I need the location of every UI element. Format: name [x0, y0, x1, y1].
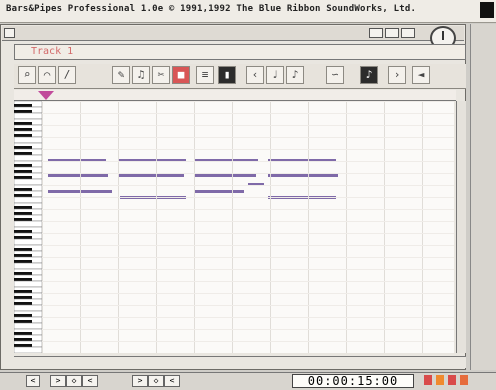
- note-event[interactable]: [268, 174, 338, 177]
- color-swatch-icon[interactable]: ■: [172, 66, 190, 84]
- speaker-icon[interactable]: ◄: [412, 66, 430, 84]
- piano-keys-svg: [14, 101, 42, 353]
- grid-vertical-line: [270, 101, 271, 353]
- curve-icon[interactable]: ⌒: [38, 66, 56, 84]
- piano-white-key[interactable]: [14, 178, 42, 186]
- jump-button[interactable]: <: [82, 375, 98, 387]
- scissors-icon[interactable]: ✂: [152, 66, 170, 84]
- grid-vertical-line: [308, 101, 309, 353]
- status-red-2-icon[interactable]: [448, 375, 456, 385]
- status-red-icon[interactable]: [424, 375, 432, 385]
- pattern-2-button[interactable]: ◇: [148, 375, 164, 387]
- time-ruler[interactable]: [14, 90, 456, 101]
- note-event[interactable]: [118, 174, 184, 177]
- track-window-title: Track 1: [31, 46, 74, 57]
- grid-horizontal-line: [42, 341, 454, 342]
- rewind-button[interactable]: <: [26, 375, 40, 387]
- grid-vertical-line: [194, 101, 195, 353]
- grid-horizontal-line: [42, 305, 454, 306]
- grid-vertical-line: [346, 101, 347, 353]
- piano-white-key[interactable]: [14, 238, 42, 246]
- grid-horizontal-line: [42, 149, 454, 150]
- grid-vertical-line: [80, 101, 81, 353]
- piano-white-key[interactable]: [14, 154, 42, 162]
- eighth-note-icon[interactable]: ♪: [286, 66, 304, 84]
- horizontal-scrollbar[interactable]: [14, 356, 466, 368]
- side-panel: [470, 24, 496, 370]
- track-window-titlebar[interactable]: Track 1: [14, 44, 466, 60]
- screen-title-text: Bars&Pipes Professional 1.0e © 1991,1992…: [6, 4, 417, 14]
- piano-white-key[interactable]: [14, 196, 42, 204]
- grid-horizontal-line: [42, 113, 454, 114]
- pointer-icon[interactable]: ›: [388, 66, 406, 84]
- grid-horizontal-line: [42, 257, 454, 258]
- grid-vertical-line: [232, 101, 233, 353]
- time-display: 00:00:15:00: [292, 374, 414, 388]
- grid-horizontal-line: [42, 293, 454, 294]
- grid-horizontal-line: [42, 185, 454, 186]
- grid-horizontal-line: [42, 329, 454, 330]
- close-icon[interactable]: [4, 28, 15, 38]
- piano-white-key[interactable]: [14, 304, 42, 312]
- piano-white-key[interactable]: [14, 280, 42, 288]
- draw-icon[interactable]: ∽: [326, 66, 344, 84]
- grid-horizontal-line: [42, 137, 454, 138]
- grid-horizontal-line: [42, 233, 454, 234]
- playhead-marker[interactable]: [38, 91, 54, 100]
- piano-white-key[interactable]: [14, 220, 42, 228]
- grid-horizontal-line: [42, 161, 454, 162]
- note-left-icon[interactable]: ‹: [246, 66, 264, 84]
- screen-depth-gadget[interactable]: [480, 2, 494, 18]
- note-event[interactable]: [194, 174, 256, 177]
- grid-vertical-line: [118, 101, 119, 353]
- pattern-button[interactable]: >: [132, 375, 148, 387]
- note-event[interactable]: [194, 190, 244, 193]
- pattern-3-button[interactable]: <: [164, 375, 180, 387]
- grid-horizontal-line: [42, 269, 454, 270]
- grid-horizontal-line: [42, 173, 454, 174]
- forward-button[interactable]: >: [50, 375, 66, 387]
- resize-gadget-icon[interactable]: [401, 28, 415, 38]
- depth-gadget-icon[interactable]: [385, 28, 399, 38]
- piano-white-key[interactable]: [14, 322, 42, 330]
- grid-horizontal-line: [42, 197, 454, 198]
- grid-vertical-line: [384, 101, 385, 353]
- status-orange-2-icon[interactable]: [460, 375, 468, 385]
- magnifier-icon[interactable]: ⌕: [18, 66, 36, 84]
- grid-horizontal-line: [42, 101, 454, 102]
- piano-white-key[interactable]: [14, 262, 42, 270]
- piano-white-key[interactable]: [14, 112, 42, 120]
- pencil-icon[interactable]: ✎: [112, 66, 130, 84]
- grid-vertical-line: [422, 101, 423, 353]
- piano-white-key[interactable]: [14, 136, 42, 144]
- grid-horizontal-line: [42, 281, 454, 282]
- mixer-icon[interactable]: ≡: [196, 66, 214, 84]
- status-orange-icon[interactable]: [436, 375, 444, 385]
- grid-horizontal-line: [42, 221, 454, 222]
- grid-horizontal-line: [42, 317, 454, 318]
- grid-vertical-line: [156, 101, 157, 353]
- piano-keyboard[interactable]: [14, 101, 43, 353]
- line-icon[interactable]: /: [58, 66, 76, 84]
- piano-icon[interactable]: ▮: [218, 66, 236, 84]
- note-event[interactable]: [48, 174, 108, 177]
- note-grid[interactable]: [42, 101, 454, 353]
- notes-icon[interactable]: ♫: [132, 66, 150, 84]
- quarter-note-icon[interactable]: ♩: [266, 66, 284, 84]
- grid-horizontal-line: [42, 125, 454, 126]
- grid-horizontal-line: [42, 209, 454, 210]
- piano-white-key[interactable]: [14, 346, 42, 353]
- loop-button[interactable]: ◇: [66, 375, 82, 387]
- grid-vertical-line: [42, 101, 43, 353]
- screen-titlebar: Bars&Pipes Professional 1.0e © 1991,1992…: [0, 0, 496, 23]
- zoom-gadget-icon[interactable]: [369, 28, 383, 38]
- vertical-scrollbar[interactable]: [456, 101, 466, 353]
- black-note-icon[interactable]: ♪: [360, 66, 378, 84]
- grid-horizontal-line: [42, 245, 454, 246]
